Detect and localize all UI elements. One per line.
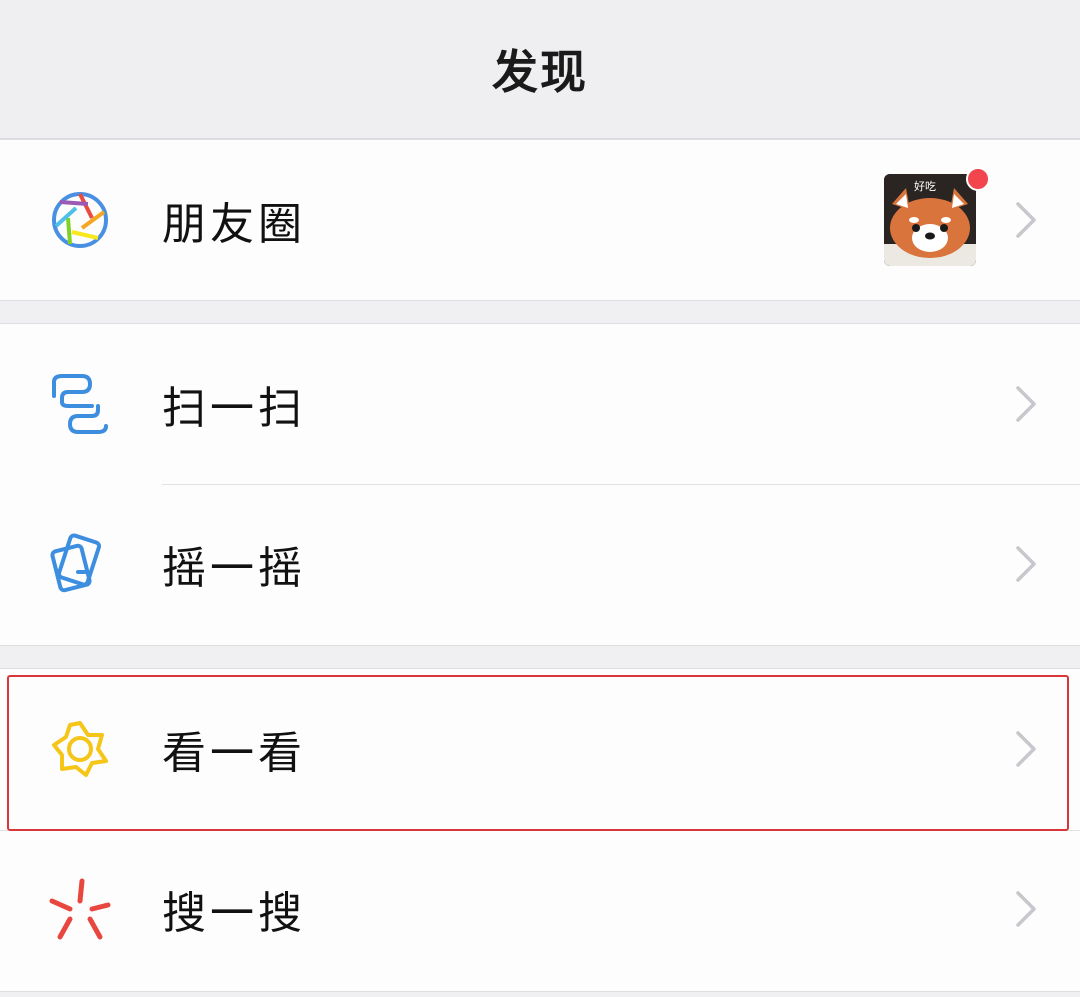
menu-item-search[interactable]: 搜一搜 (0, 829, 1080, 989)
chevron-right-icon (1016, 546, 1036, 582)
top-stories-icon (52, 721, 108, 777)
search-burst-icon (49, 878, 111, 940)
chevron-right-icon (1016, 202, 1036, 238)
menu-item-scan[interactable]: 扫一扫 (0, 324, 1080, 484)
page-title: 发现 (492, 45, 588, 99)
group-scan-shake: 扫一扫 摇一摇 (0, 323, 1080, 646)
group-moments: 朋友圈 好吃 (0, 139, 1080, 301)
menu-item-label: 搜一搜 (162, 888, 306, 939)
scan-icon (52, 374, 108, 434)
moments-aperture-icon (52, 192, 108, 248)
menu-item-moments[interactable]: 朋友圈 好吃 (0, 140, 1080, 300)
thumbnail-caption: 好吃 (914, 180, 936, 193)
shake-icon (50, 533, 102, 593)
nav-header: 发现 (0, 0, 1080, 139)
menu-item-label: 扫一扫 (162, 383, 306, 434)
menu-item-top-stories[interactable]: 看一看 (0, 669, 1080, 829)
menu-item-shake[interactable]: 摇一摇 (0, 484, 1080, 644)
menu-item-label: 看一看 (162, 728, 306, 779)
group-look-search: 看一看 搜一搜 (0, 668, 1080, 992)
moments-thumbnail: 好吃 (884, 174, 976, 266)
chevron-right-icon (1016, 731, 1036, 767)
chevron-right-icon (1016, 386, 1036, 422)
menu-item-label: 朋友圈 (162, 199, 306, 250)
notification-badge-dot (966, 167, 990, 191)
menu-item-label: 摇一摇 (162, 543, 306, 594)
chevron-right-icon (1016, 891, 1036, 927)
